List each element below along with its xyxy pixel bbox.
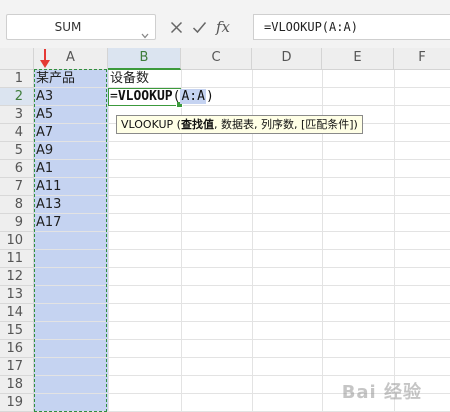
row-header-12[interactable]: 12: [0, 268, 34, 286]
row-header-7[interactable]: 7: [0, 178, 34, 196]
watermark: Bai 经验: [341, 382, 422, 403]
grid-line: [394, 70, 395, 412]
name-box[interactable]: SUM: [6, 14, 156, 40]
formula-reference: A:A: [180, 89, 206, 104]
formula-actions: fx: [170, 14, 230, 40]
column-header-c[interactable]: C: [181, 48, 252, 70]
check-icon[interactable]: [192, 21, 207, 34]
column-header-b[interactable]: B: [108, 48, 181, 70]
column-header-f[interactable]: F: [394, 48, 450, 70]
close-icon[interactable]: [170, 21, 183, 34]
function-tooltip: VLOOKUP (查找值, 数据表, 列序数, [匹配条件]): [116, 115, 363, 134]
down-arrow-icon: [40, 49, 50, 68]
formula-function: VLOOKUP: [117, 89, 173, 104]
reference-marquee: [34, 69, 107, 412]
formula-input[interactable]: =VLOOKUP(A:A): [253, 14, 450, 40]
tooltip-open: (: [173, 118, 181, 131]
insert-function-button[interactable]: fx: [216, 18, 230, 36]
select-all-corner[interactable]: [0, 48, 34, 70]
row-header-3[interactable]: 3: [0, 106, 34, 124]
column-header-d[interactable]: D: [252, 48, 322, 70]
row-header-6[interactable]: 6: [0, 160, 34, 178]
row-header-11[interactable]: 11: [0, 250, 34, 268]
formula-input-text: =VLOOKUP(A:A): [264, 20, 358, 34]
tooltip-fn-name: VLOOKUP: [121, 118, 174, 131]
row-header-9[interactable]: 9: [0, 214, 34, 232]
row-header-10[interactable]: 10: [0, 232, 34, 250]
cell-b2-formula[interactable]: =VLOOKUP(A:A): [110, 88, 214, 105]
row-header-1[interactable]: 1: [0, 70, 34, 88]
name-box-value: SUM: [54, 20, 82, 34]
row-header-19[interactable]: 19: [0, 394, 34, 412]
row-header-16[interactable]: 16: [0, 340, 34, 358]
row-header-14[interactable]: 14: [0, 304, 34, 322]
cell-b1[interactable]: 设备数: [110, 70, 149, 87]
formula-close-paren: ): [205, 89, 214, 104]
row-header-5[interactable]: 5: [0, 142, 34, 160]
column-header-e[interactable]: E: [322, 48, 394, 70]
row-header-18[interactable]: 18: [0, 376, 34, 394]
row-header-4[interactable]: 4: [0, 124, 34, 142]
chevron-down-icon[interactable]: [141, 24, 149, 43]
grid-line: [108, 70, 109, 412]
formula-prefix: =: [110, 89, 118, 104]
row-header-15[interactable]: 15: [0, 322, 34, 340]
row-header-17[interactable]: 17: [0, 358, 34, 376]
tooltip-rest: , 数据表, 列序数, [匹配条件]): [213, 118, 358, 131]
row-header-13[interactable]: 13: [0, 286, 34, 304]
tooltip-current-arg[interactable]: 查找值: [181, 118, 214, 131]
row-header-8[interactable]: 8: [0, 196, 34, 214]
row-header-2[interactable]: 2: [0, 88, 34, 106]
